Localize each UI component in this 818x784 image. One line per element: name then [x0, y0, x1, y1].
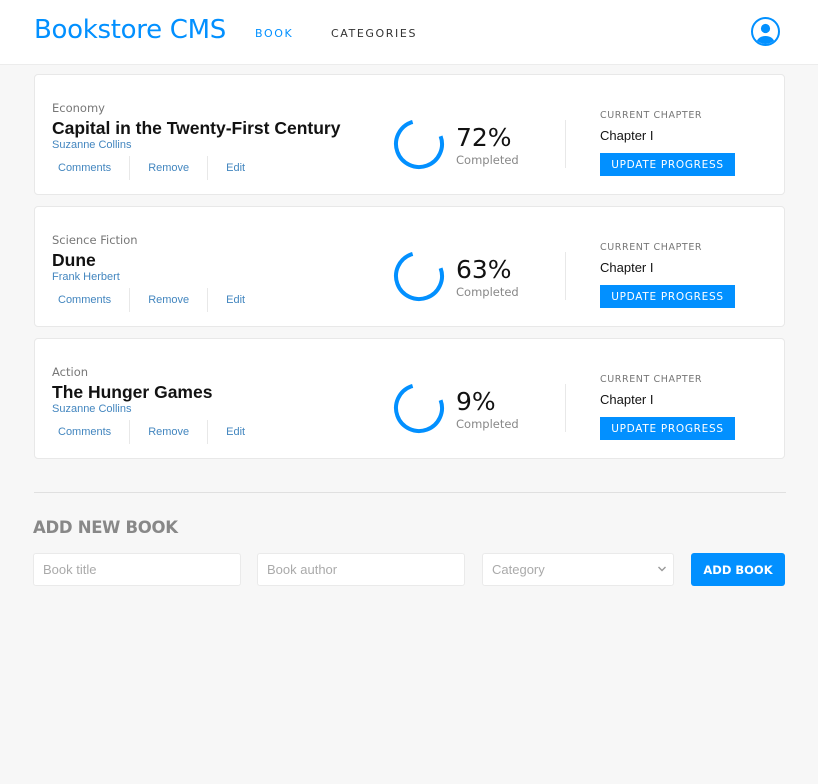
category-select[interactable]: Category: [482, 553, 674, 586]
progress-ring: [394, 119, 444, 169]
book-actions: Comments Remove Edit: [52, 288, 263, 312]
progress-percent: 72%: [456, 123, 512, 152]
current-chapter-label: CURRENT CHAPTER: [600, 374, 703, 385]
update-progress-button[interactable]: UPDATE PROGRESS: [600, 285, 735, 308]
brand-title: Bookstore CMS: [34, 15, 226, 45]
book-author[interactable]: Suzanne Collins: [52, 403, 132, 415]
book-title-input[interactable]: [33, 553, 241, 586]
section-divider: [34, 492, 786, 493]
comments-button[interactable]: Comments: [52, 420, 131, 444]
completed-label: Completed: [456, 417, 519, 431]
edit-button[interactable]: Edit: [208, 156, 263, 180]
completed-label: Completed: [456, 285, 519, 299]
app-header: Bookstore CMS BOOK CATEGORIES: [0, 0, 818, 65]
nav-categories-link[interactable]: CATEGORIES: [331, 27, 417, 40]
book-actions: Comments Remove Edit: [52, 156, 263, 180]
edit-button[interactable]: Edit: [208, 288, 263, 312]
current-chapter: Chapter I: [600, 128, 654, 143]
category-select-value: Category: [492, 562, 545, 577]
progress-percent: 63%: [456, 255, 512, 284]
remove-button[interactable]: Remove: [130, 156, 209, 180]
progress-percent: 9%: [456, 387, 496, 416]
divider: [565, 252, 566, 300]
book-title: The Hunger Games: [52, 382, 213, 402]
current-chapter-label: CURRENT CHAPTER: [600, 110, 703, 121]
book-category: Action: [52, 365, 89, 379]
comments-button[interactable]: Comments: [52, 156, 131, 180]
progress-ring: [394, 251, 444, 301]
divider: [565, 384, 566, 432]
book-author[interactable]: Suzanne Collins: [52, 139, 132, 151]
comments-button[interactable]: Comments: [52, 288, 131, 312]
user-profile-button[interactable]: [751, 17, 780, 46]
chevron-down-icon: [658, 566, 666, 572]
add-book-button[interactable]: ADD BOOK: [691, 553, 785, 586]
book-author-input[interactable]: [257, 553, 465, 586]
book-card: Economy Capital in the Twenty-First Cent…: [34, 74, 785, 195]
book-title: Capital in the Twenty-First Century: [52, 118, 341, 138]
current-chapter: Chapter I: [600, 260, 654, 275]
edit-button[interactable]: Edit: [208, 420, 263, 444]
update-progress-button[interactable]: UPDATE PROGRESS: [600, 153, 735, 176]
current-chapter: Chapter I: [600, 392, 654, 407]
progress-ring: [394, 383, 444, 433]
user-icon: [756, 23, 775, 44]
update-progress-button[interactable]: UPDATE PROGRESS: [600, 417, 735, 440]
completed-label: Completed: [456, 153, 519, 167]
remove-button[interactable]: Remove: [130, 288, 209, 312]
book-card: Science Fiction Dune Frank Herbert Comme…: [34, 206, 785, 327]
remove-button[interactable]: Remove: [130, 420, 209, 444]
book-category: Economy: [52, 101, 105, 115]
book-actions: Comments Remove Edit: [52, 420, 263, 444]
book-card: Action The Hunger Games Suzanne Collins …: [34, 338, 785, 459]
add-book-heading: ADD NEW BOOK: [33, 518, 178, 537]
divider: [565, 120, 566, 168]
book-title: Dune: [52, 250, 96, 270]
book-category: Science Fiction: [52, 233, 138, 247]
nav-book-link[interactable]: BOOK: [255, 27, 293, 40]
book-author[interactable]: Frank Herbert: [52, 271, 120, 283]
current-chapter-label: CURRENT CHAPTER: [600, 242, 703, 253]
